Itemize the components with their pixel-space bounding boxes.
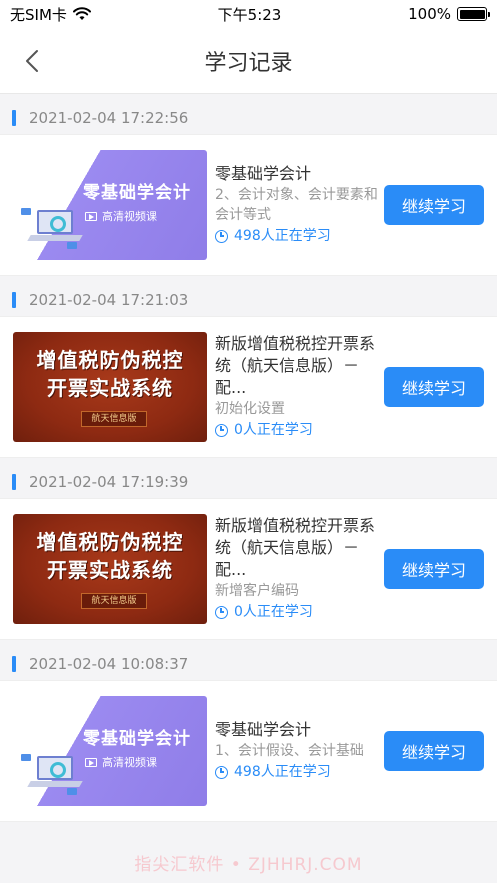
wifi-icon	[72, 7, 91, 20]
learner-count: 0人正在学习	[215, 601, 380, 623]
record-date-row: 2021-02-04 10:08:37	[0, 647, 497, 680]
battery-icon	[457, 7, 490, 21]
learner-count-text: 0人正在学习	[234, 604, 313, 620]
learner-count: 498人正在学习	[215, 761, 380, 783]
video-icon	[85, 211, 97, 221]
record-list: 2021-02-04 17:22:56 零基础学会计 高清视频课 零基础学会计 2、会计…	[0, 101, 497, 822]
learner-count: 498人正在学习	[215, 225, 380, 247]
continue-learning-button[interactable]: 继续学习	[384, 367, 484, 407]
thumbnail-line-2: 开票实战系统	[47, 558, 173, 582]
decor-icon	[21, 208, 31, 215]
record-date: 2021-02-04 17:19:39	[29, 472, 189, 491]
learner-count-text: 498人正在学习	[234, 228, 331, 244]
continue-learning-button[interactable]: 继续学习	[384, 185, 484, 225]
clock-icon	[215, 765, 228, 779]
thumbnail-title: 增值税防伪税控 开票实战系统	[13, 346, 207, 402]
watermark: 指尖汇软件 • ZJHHRJ.COM	[134, 855, 363, 875]
status-left: 无SIM卡	[10, 4, 91, 25]
thumbnail-subtitle-text: 高清视频课	[102, 210, 157, 223]
navbar: 学习记录	[0, 28, 497, 94]
course-card[interactable]: 增值税防伪税控 开票实战系统 航天信息版 新版增值税税控开票系统（航天信息版）－配..…	[0, 316, 497, 458]
record-group: 2021-02-04 17:21:03 增值税防伪税控 开票实战系统 航天信息版 新版增…	[0, 283, 497, 458]
thumbnail-subtitle-text: 高清视频课	[102, 756, 157, 769]
laptop-illustration	[27, 756, 83, 790]
course-info: 新版增值税税控开票系统（航天信息版）－配... 新增客户编码 0人正在学习	[207, 499, 380, 639]
continue-learning-button[interactable]: 继续学习	[384, 549, 484, 589]
record-date-row: 2021-02-04 17:19:39	[0, 465, 497, 498]
clock-icon	[215, 423, 228, 437]
lesson-name: 1、会计假设、会计基础	[215, 743, 364, 759]
course-card[interactable]: 增值税防伪税控 开票实战系统 航天信息版 新版增值税税控开票系统（航天信息版）－配..…	[0, 498, 497, 640]
course-card[interactable]: 零基础学会计 高清视频课 零基础学会计 1、会计假设、会计基础 498人正在学习 继续学习	[0, 680, 497, 822]
decor-icon	[21, 754, 31, 761]
chevron-left-icon	[26, 50, 38, 72]
thumbnail-title: 零基础学会计	[83, 183, 191, 203]
date-marker	[12, 291, 16, 308]
decor-icon	[67, 242, 77, 249]
record-group: 2021-02-04 17:19:39 增值税防伪税控 开票实战系统 航天信息版 新版增…	[0, 465, 497, 640]
back-button[interactable]	[18, 46, 46, 76]
clock-icon	[215, 229, 228, 243]
status-time: 下午5:23	[217, 5, 282, 24]
learner-count-text: 498人正在学习	[234, 764, 331, 780]
course-info: 零基础学会计 2、会计对象、会计要素和会计等式 498人正在学习	[207, 135, 380, 275]
thumbnail-subtitle: 高清视频课	[85, 208, 157, 224]
record-date-row: 2021-02-04 17:22:56	[0, 101, 497, 134]
record-date: 2021-02-04 10:08:37	[29, 654, 189, 673]
carrier-label: 无SIM卡	[10, 5, 67, 24]
video-icon	[85, 757, 97, 767]
thumbnail-tag: 航天信息版	[81, 593, 147, 609]
laptop-screen	[37, 756, 73, 780]
record-date: 2021-02-04 17:22:56	[29, 108, 189, 127]
course-thumbnail[interactable]: 增值税防伪税控 开票实战系统航天信息版	[13, 514, 207, 624]
laptop-base	[27, 781, 83, 787]
laptop-illustration	[27, 210, 83, 244]
clock-icon	[215, 605, 228, 619]
record-group: 2021-02-04 10:08:37 零基础学会计 高清视频课 零基础学会计 1、会计…	[0, 647, 497, 822]
status-bar: 无SIM卡 下午5:23 100%	[0, 0, 497, 28]
course-title: 零基础学会计	[215, 720, 312, 739]
course-info: 新版增值税税控开票系统（航天信息版）－配... 初始化设置 0人正在学习	[207, 317, 380, 457]
course-card[interactable]: 零基础学会计 高清视频课 零基础学会计 2、会计对象、会计要素和会计等式 498人正在学…	[0, 134, 497, 276]
thumbnail-tag: 航天信息版	[81, 411, 147, 427]
course-title: 新版增值税税控开票系统（航天信息版）－配...	[215, 516, 376, 579]
thumbnail-line-2: 开票实战系统	[47, 376, 173, 400]
learner-count: 0人正在学习	[215, 419, 380, 441]
laptop-base	[27, 235, 83, 241]
battery-percent: 100%	[408, 5, 451, 23]
battery-fill	[459, 9, 485, 19]
record-date-row: 2021-02-04 17:21:03	[0, 283, 497, 316]
course-title: 零基础学会计	[215, 164, 312, 183]
date-marker	[12, 655, 16, 672]
lesson-name: 2、会计对象、会计要素和会计等式	[215, 187, 378, 223]
course-title: 新版增值税税控开票系统（航天信息版）－配...	[215, 334, 376, 397]
learner-count-text: 0人正在学习	[234, 422, 313, 438]
course-info: 零基础学会计 1、会计假设、会计基础 498人正在学习	[207, 681, 380, 821]
date-marker	[12, 473, 16, 490]
thumbnail-subtitle: 高清视频课	[85, 754, 157, 770]
record-group: 2021-02-04 17:22:56 零基础学会计 高清视频课 零基础学会计 2、会计…	[0, 101, 497, 276]
laptop-screen	[37, 210, 73, 234]
record-date: 2021-02-04 17:21:03	[29, 290, 189, 309]
thumbnail-title: 零基础学会计	[83, 729, 191, 749]
thumbnail-line-1: 增值税防伪税控	[36, 348, 184, 372]
lesson-name: 初始化设置	[215, 401, 285, 417]
page-title: 学习记录	[204, 50, 293, 76]
course-thumbnail[interactable]: 零基础学会计高清视频课	[13, 150, 207, 260]
thumbnail-line-1: 增值税防伪税控	[36, 530, 184, 554]
decor-icon	[67, 788, 77, 795]
lesson-name: 新增客户编码	[215, 583, 299, 599]
date-marker	[12, 109, 16, 126]
course-thumbnail[interactable]: 零基础学会计高清视频课	[13, 696, 207, 806]
status-right: 100%	[408, 5, 490, 23]
continue-learning-button[interactable]: 继续学习	[384, 731, 484, 771]
course-thumbnail[interactable]: 增值税防伪税控 开票实战系统航天信息版	[13, 332, 207, 442]
thumbnail-title: 增值税防伪税控 开票实战系统	[13, 528, 207, 584]
